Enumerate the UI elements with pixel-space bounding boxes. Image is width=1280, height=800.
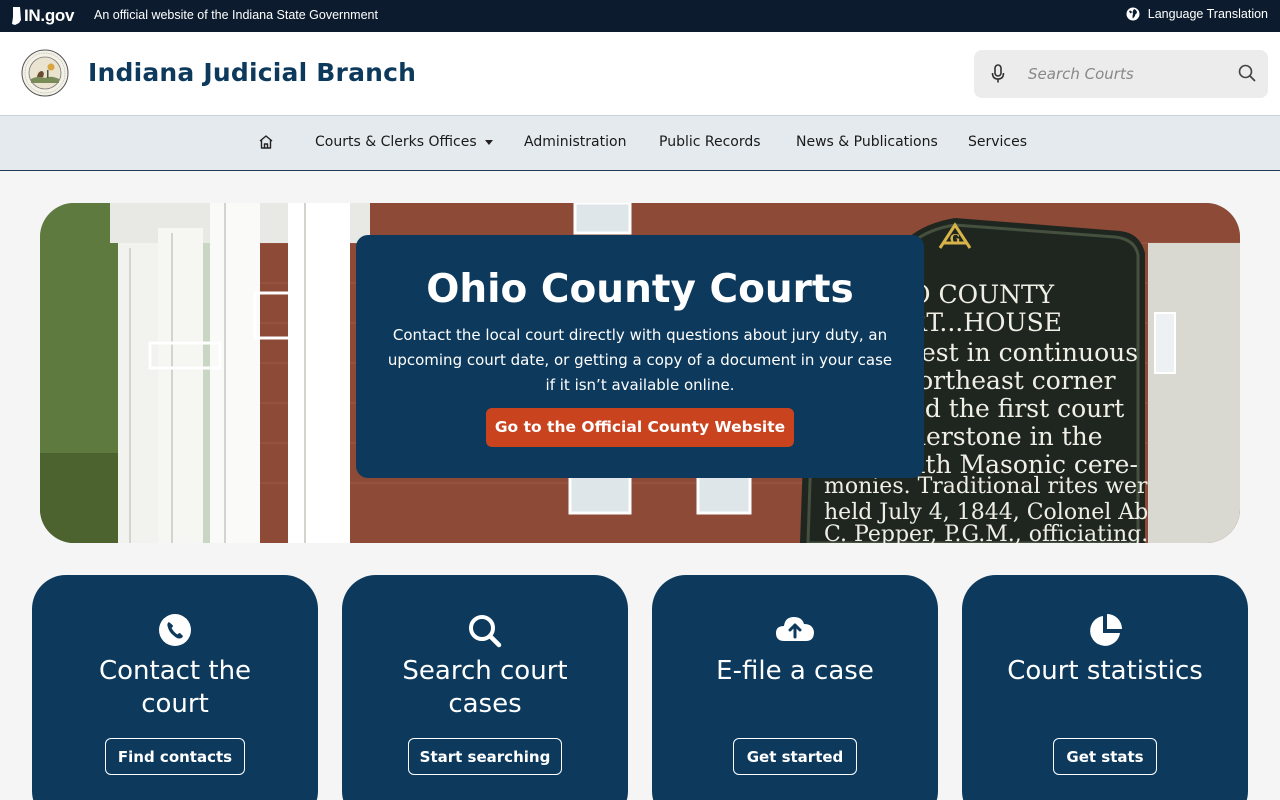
get-stats-button[interactable]: Get stats: [1053, 738, 1157, 775]
svg-text:ted the first court: ted the first court: [900, 394, 1124, 423]
gov-banner: IN.gov An official website of the Indian…: [0, 0, 1280, 32]
main-navigation: Courts & Clerks Offices Administration P…: [0, 116, 1280, 171]
hero-banner: G O COUNTY RT...HOUSE dest in continuous…: [40, 203, 1240, 543]
official-site-notice: An official website of the Indiana State…: [94, 8, 378, 22]
indiana-state-icon: [12, 7, 21, 25]
nav-item-services[interactable]: Services: [968, 134, 1027, 150]
site-title[interactable]: Indiana Judicial Branch: [88, 58, 416, 87]
language-translation-button[interactable]: Language Translation: [1126, 7, 1268, 21]
nav-item-administration[interactable]: Administration: [524, 134, 626, 150]
svg-text:RT...HOUSE: RT...HOUSE: [908, 308, 1062, 337]
microphone-icon[interactable]: [991, 64, 1005, 84]
get-started-button[interactable]: Get started: [733, 738, 857, 775]
svg-text:northeast corner: northeast corner: [902, 366, 1116, 395]
card-title: Court statistics: [1007, 656, 1203, 686]
state-seal-icon[interactable]: [21, 49, 69, 97]
cloud-upload-icon: [776, 617, 814, 641]
search-input[interactable]: [1028, 62, 1228, 86]
nav-item-news-publications[interactable]: News & Publications: [796, 134, 938, 150]
find-contacts-button[interactable]: Find contacts: [105, 738, 245, 775]
chevron-down-icon: [484, 139, 493, 145]
card-title: E-file a case: [716, 656, 874, 686]
hero-title: Ohio County Courts: [426, 267, 854, 312]
svg-text:C. Pepper, P.G.M., officiating: C. Pepper, P.G.M., officiating.: [824, 522, 1148, 543]
pie-chart-icon: [1090, 614, 1122, 646]
nav-item-courts-clerks[interactable]: Courts & Clerks Offices: [315, 134, 493, 150]
search-icon[interactable]: [1238, 64, 1256, 82]
start-searching-button[interactable]: Start searching: [408, 738, 562, 775]
court-statistics-card[interactable]: Court statistics Get stats: [962, 575, 1248, 800]
language-translation-label: Language Translation: [1147, 7, 1268, 21]
card-title: Contact the court: [98, 656, 252, 719]
svg-text:O COUNTY: O COUNTY: [910, 280, 1055, 309]
efile-card[interactable]: E-file a case Get started: [652, 575, 938, 800]
ingov-logo[interactable]: IN.gov: [12, 6, 74, 26]
svg-text:rnerstone in the: rnerstone in the: [898, 422, 1103, 451]
phone-icon: [159, 614, 191, 646]
svg-text:dest in continuous: dest in continuous: [905, 338, 1138, 367]
nav-item-label: Courts & Clerks Offices: [315, 134, 477, 150]
globe-icon: [1126, 7, 1140, 21]
magnifier-icon: [469, 615, 502, 648]
search-cases-card[interactable]: Search court cases Start searching: [342, 575, 628, 800]
contact-court-card[interactable]: Contact the court Find contacts: [32, 575, 318, 800]
ingov-logo-text: IN.gov: [24, 6, 75, 25]
nav-item-public-records[interactable]: Public Records: [659, 134, 761, 150]
official-county-website-button[interactable]: Go to the Official County Website: [486, 408, 794, 447]
search-bar: [974, 50, 1268, 98]
site-header: Indiana Judicial Branch: [0, 32, 1280, 116]
svg-text:G: G: [950, 232, 960, 246]
hero-card: Ohio County Courts Contact the local cou…: [356, 235, 924, 478]
home-icon[interactable]: [258, 134, 274, 150]
card-title: Search court cases: [402, 656, 568, 719]
hero-description: Contact the local court directly with qu…: [387, 326, 893, 394]
